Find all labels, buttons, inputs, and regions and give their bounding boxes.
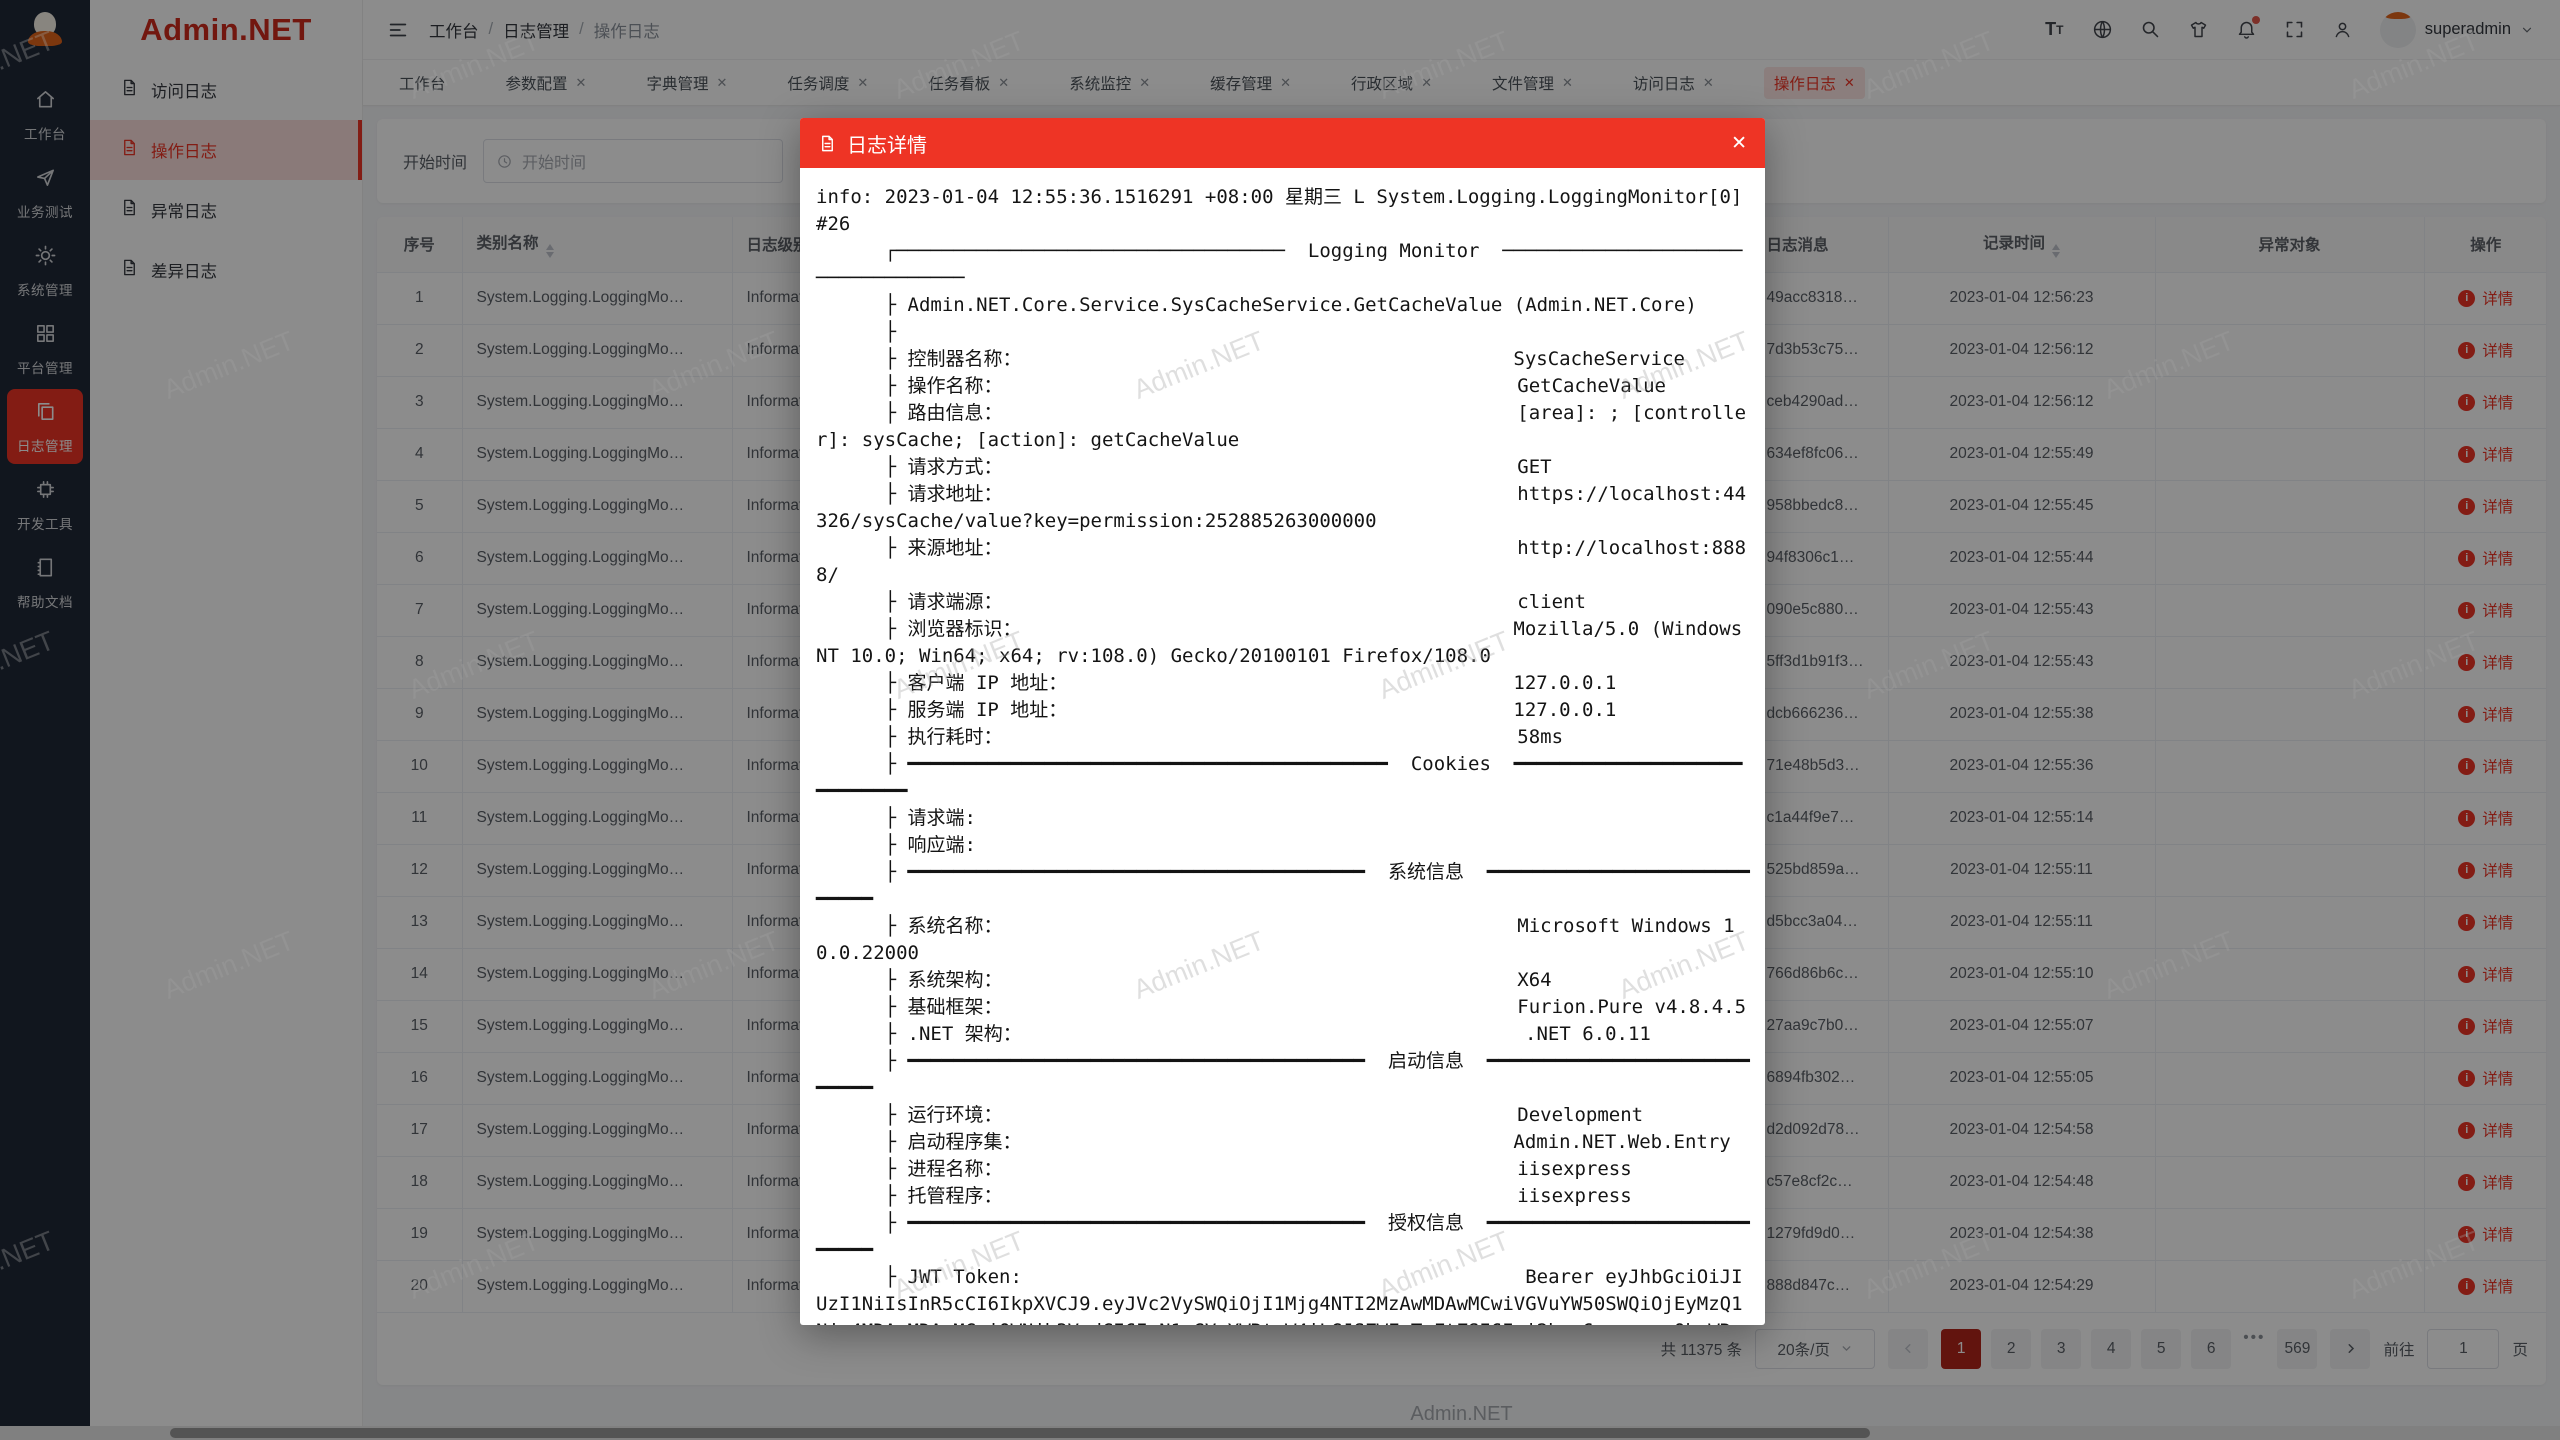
log-detail-modal: 日志详情 ✕ info: 2023-01-04 12:55:36.1516291… [800,118,1765,1325]
modal-title: 日志详情 [847,129,927,158]
close-icon[interactable]: ✕ [1731,134,1747,153]
modal-header: 日志详情 ✕ [800,118,1765,168]
log-detail-text: info: 2023-01-04 12:55:36.1516291 +08:00… [816,184,1751,1325]
document-icon [818,134,837,153]
modal-body-scroll[interactable]: info: 2023-01-04 12:55:36.1516291 +08:00… [800,168,1765,1325]
